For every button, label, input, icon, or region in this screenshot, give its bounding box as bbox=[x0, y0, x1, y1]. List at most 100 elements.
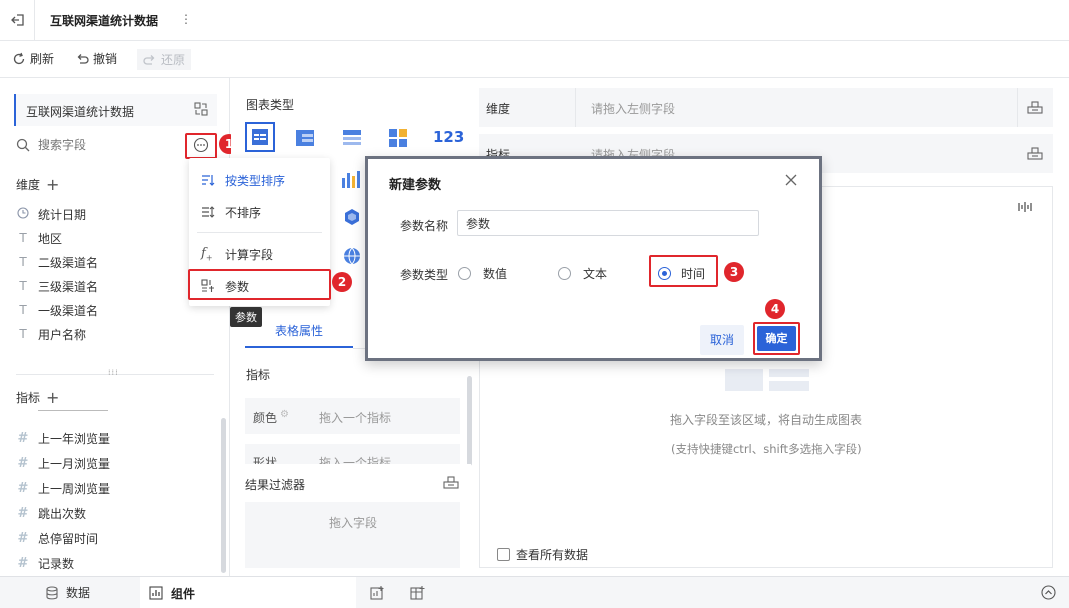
table-chart-icon bbox=[252, 129, 268, 145]
tab-data[interactable]: 数据 bbox=[0, 577, 140, 608]
dimension-header: 维度 + bbox=[16, 176, 59, 193]
number-field-icon: # bbox=[17, 455, 29, 471]
view-all-checkbox[interactable] bbox=[497, 548, 510, 561]
param-name-input[interactable] bbox=[457, 210, 759, 236]
radio-number[interactable]: 数值 bbox=[458, 265, 507, 282]
chart-type-detail[interactable] bbox=[342, 128, 362, 151]
chart-type-table[interactable] bbox=[245, 122, 275, 152]
chart-type-crosstab[interactable] bbox=[295, 128, 315, 151]
add-component-icon[interactable] bbox=[370, 585, 386, 604]
confirm-button[interactable]: 确定 bbox=[757, 326, 796, 351]
add-metric-icon[interactable]: + bbox=[46, 389, 59, 405]
chart-type-bar[interactable] bbox=[341, 170, 361, 191]
chart-toggle-icon[interactable] bbox=[1018, 201, 1032, 216]
dimension-item[interactable]: 统计日期 bbox=[16, 204, 86, 224]
radio-text-circle[interactable] bbox=[558, 267, 571, 280]
dimension-label: 用户名称 bbox=[38, 327, 87, 342]
globe-chart-icon bbox=[344, 247, 360, 265]
metric-item[interactable]: # 上一年浏览量 bbox=[16, 428, 110, 448]
tab-table-props-label: 表格属性 bbox=[275, 324, 324, 338]
view-all-data[interactable]: 查看所有数据 bbox=[497, 546, 588, 563]
tab-component-label: 组件 bbox=[171, 586, 196, 601]
color-dropzone[interactable]: 颜色 ⚙ 拖入一个指标 bbox=[245, 398, 460, 434]
text-field-icon: T bbox=[19, 279, 27, 293]
collapse-up-icon[interactable] bbox=[1041, 585, 1056, 603]
metric-shelf-settings-icon[interactable] bbox=[1027, 146, 1043, 163]
refresh-button[interactable]: 刷新 bbox=[12, 50, 54, 67]
metric-label: 上一年浏览量 bbox=[38, 431, 111, 446]
metric-item[interactable]: # 上一月浏览量 bbox=[16, 453, 110, 473]
redo-icon bbox=[143, 54, 155, 65]
color-drop-hint: 拖入一个指标 bbox=[319, 411, 392, 425]
metric-item[interactable]: # 上一周浏览量 bbox=[16, 478, 110, 498]
back-icon[interactable] bbox=[10, 12, 26, 28]
tab-component[interactable]: 组件 bbox=[140, 577, 356, 608]
menu-item-sort-by-type[interactable]: 按类型排序 bbox=[189, 164, 330, 196]
switch-dataset-icon[interactable] bbox=[194, 102, 208, 119]
redo-label: 还原 bbox=[161, 53, 186, 67]
top-bar: 互联网渠道统计数据 ⋮ bbox=[0, 0, 1069, 41]
dimension-shelf-settings-icon[interactable] bbox=[1027, 100, 1043, 117]
metric-item[interactable]: # 记录数 bbox=[16, 553, 74, 573]
undo-button[interactable]: 撤销 bbox=[75, 50, 117, 67]
field-panel: 互联网渠道统计数据 1 维度 + 统计日期 T 地区 T 二级渠道名 T 三级渠… bbox=[0, 78, 239, 576]
chart-type-map[interactable] bbox=[343, 208, 361, 229]
radio-time[interactable]: 时间 bbox=[658, 265, 705, 282]
dimension-item[interactable]: T 一级渠道名 bbox=[16, 300, 98, 320]
dimension-shelf-hint: 请拖入左侧字段 bbox=[591, 102, 676, 116]
result-filter-section: 结果过滤器 拖入字段 bbox=[231, 464, 471, 576]
radio-text[interactable]: 文本 bbox=[558, 265, 607, 282]
more-menu-icon[interactable]: ⋮ bbox=[180, 12, 192, 26]
radio-text-label: 文本 bbox=[583, 267, 608, 281]
chart-type-title: 图表类型 bbox=[246, 98, 295, 112]
more-options-button[interactable] bbox=[193, 137, 209, 153]
menu-item-no-sort[interactable]: 不排序 bbox=[189, 196, 330, 228]
metric-item[interactable]: # 跳出次数 bbox=[16, 503, 86, 523]
grid-chart-icon bbox=[389, 129, 407, 147]
menu-item-label: 按类型排序 bbox=[225, 173, 286, 188]
dimension-item[interactable]: T 二级渠道名 bbox=[16, 252, 98, 272]
close-icon[interactable] bbox=[784, 173, 798, 190]
cut-off-metric-item bbox=[16, 408, 196, 414]
chart-type-kpi[interactable]: 123 bbox=[433, 128, 464, 146]
metric-section-title: 指标 bbox=[246, 368, 271, 382]
drag-handle-icon[interactable]: ⁞⁞⁞ bbox=[108, 368, 119, 377]
dimension-label: 一级渠道名 bbox=[38, 303, 99, 318]
cancel-button[interactable]: 取消 bbox=[700, 325, 744, 355]
tab-data-label: 数据 bbox=[66, 586, 91, 600]
redo-button[interactable]: 还原 bbox=[137, 49, 192, 70]
scrollbar[interactable] bbox=[221, 418, 226, 573]
radio-number-circle[interactable] bbox=[458, 267, 471, 280]
dimension-item[interactable]: T 用户名称 bbox=[16, 324, 86, 344]
number-field-icon: # bbox=[17, 530, 29, 546]
settings-icon[interactable]: ⚙ bbox=[280, 409, 289, 420]
filter-settings-icon[interactable] bbox=[443, 475, 459, 492]
field-search[interactable] bbox=[16, 135, 181, 155]
dimension-item[interactable]: T 地区 bbox=[16, 228, 62, 248]
no-sort-icon bbox=[202, 206, 215, 218]
refresh-icon bbox=[13, 52, 25, 64]
filter-dropzone[interactable]: 拖入字段 bbox=[245, 502, 460, 568]
dataset-selector[interactable]: 互联网渠道统计数据 bbox=[14, 94, 217, 126]
metric-item[interactable]: # 总停留时间 bbox=[16, 528, 98, 548]
metric-label: 总停留时间 bbox=[38, 531, 99, 546]
number-field-icon: # bbox=[17, 430, 29, 446]
new-parameter-dialog: 新建参数 参数名称 参数类型 数值 文本 时间 3 取消 4 确定 bbox=[365, 156, 822, 361]
dimension-label: 统计日期 bbox=[38, 207, 87, 222]
search-input[interactable] bbox=[38, 138, 168, 152]
calc-field-icon: f+ bbox=[201, 245, 213, 263]
step-badge-4: 4 bbox=[765, 299, 785, 319]
chart-type-globe[interactable] bbox=[342, 246, 362, 269]
dimension-shelf[interactable]: 维度 请拖入左侧字段 bbox=[479, 88, 1053, 127]
add-table-icon[interactable] bbox=[410, 585, 426, 604]
add-dimension-icon[interactable]: + bbox=[46, 176, 59, 192]
radio-time-circle[interactable] bbox=[658, 267, 671, 280]
menu-item-calc-field[interactable]: f+ 计算字段 bbox=[189, 238, 330, 270]
dimension-item[interactable]: T 三级渠道名 bbox=[16, 276, 98, 296]
chart-type-grid[interactable] bbox=[388, 128, 408, 151]
text-field-icon: T bbox=[19, 231, 27, 245]
empty-sub-hint: (支持快捷键ctrl、shift多选拖入字段) bbox=[671, 442, 862, 456]
shape-dropzone[interactable]: 形状 拖入一个指标 bbox=[245, 444, 460, 464]
text-field-icon: T bbox=[19, 255, 27, 269]
step-badge-3: 3 bbox=[724, 262, 744, 282]
